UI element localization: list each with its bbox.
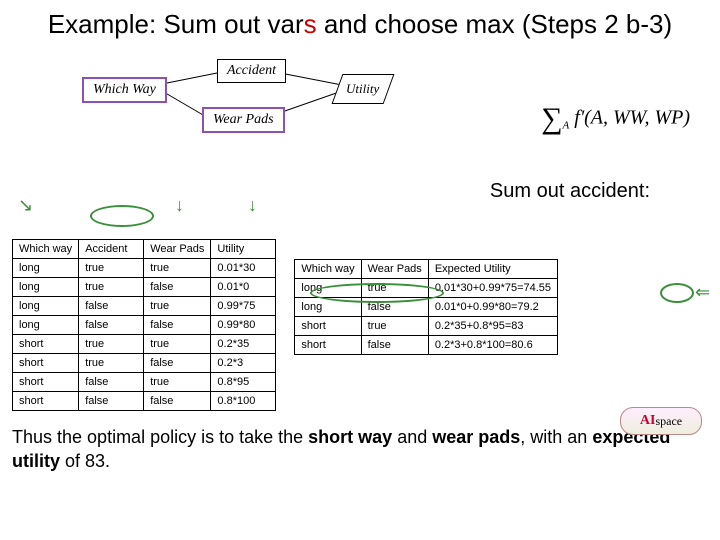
- table-row: longfalse0.01*0+0.99*80=79.2: [295, 297, 558, 316]
- node-accident: Accident: [217, 59, 286, 83]
- node-wear-pads: Wear Pads: [202, 107, 285, 133]
- table-row: longfalsetrue0.99*75: [13, 296, 276, 315]
- annotation-arrow: ↓: [248, 195, 257, 216]
- t2-h0: Which way: [295, 259, 361, 278]
- aispace-logo: AIspace: [620, 407, 702, 435]
- t2-h2: Expected Utility: [428, 259, 557, 278]
- annotation-circle: [90, 205, 154, 227]
- table-row: longtruetrue0.01*30: [13, 258, 276, 277]
- tables-row: Which way Accident Wear Pads Utility lon…: [12, 239, 708, 411]
- t2-h1: Wear Pads: [361, 259, 428, 278]
- formula: ∑A f'(A, WW, WP): [541, 102, 690, 136]
- table-row: shorttruefalse0.2*3: [13, 353, 276, 372]
- title-red: s: [304, 9, 317, 39]
- table-row: longfalsefalse0.99*80: [13, 315, 276, 334]
- annotation-arrow: ↓: [175, 195, 184, 216]
- table-row: shortfalsefalse0.8*100: [13, 391, 276, 410]
- table-row: longtrue0.01*30+0.99*75=74.55: [295, 278, 558, 297]
- t1-h3: Utility: [211, 239, 276, 258]
- table-row: shorttrue0.2*35+0.8*95=83: [295, 316, 558, 335]
- table-row: shortfalsetrue0.8*95: [13, 372, 276, 391]
- conclusion: Thus the optimal policy is to take the s…: [12, 425, 708, 474]
- t1-h0: Which way: [13, 239, 79, 258]
- utility-table: Which way Accident Wear Pads Utility lon…: [12, 239, 276, 411]
- annotation-arrow: ↘: [18, 195, 33, 216]
- title-prefix: Example: Sum out var: [48, 9, 304, 39]
- table-row: shorttruetrue0.2*35: [13, 334, 276, 353]
- table-row: shortfalse0.2*3+0.8*100=80.6: [295, 335, 558, 354]
- table-row: longtruefalse0.01*0: [13, 277, 276, 296]
- expected-utility-table: Which way Wear Pads Expected Utility lon…: [294, 259, 558, 355]
- t1-h1: Accident: [79, 239, 144, 258]
- t1-h2: Wear Pads: [144, 239, 211, 258]
- page-title: Example: Sum out vars and choose max (St…: [12, 8, 708, 41]
- title-suffix: and choose max (Steps 2 b-3): [317, 9, 673, 39]
- node-utility: Utility: [332, 74, 395, 104]
- node-which-way: Which Way: [82, 77, 167, 103]
- sumout-label: Sum out accident:: [490, 180, 650, 203]
